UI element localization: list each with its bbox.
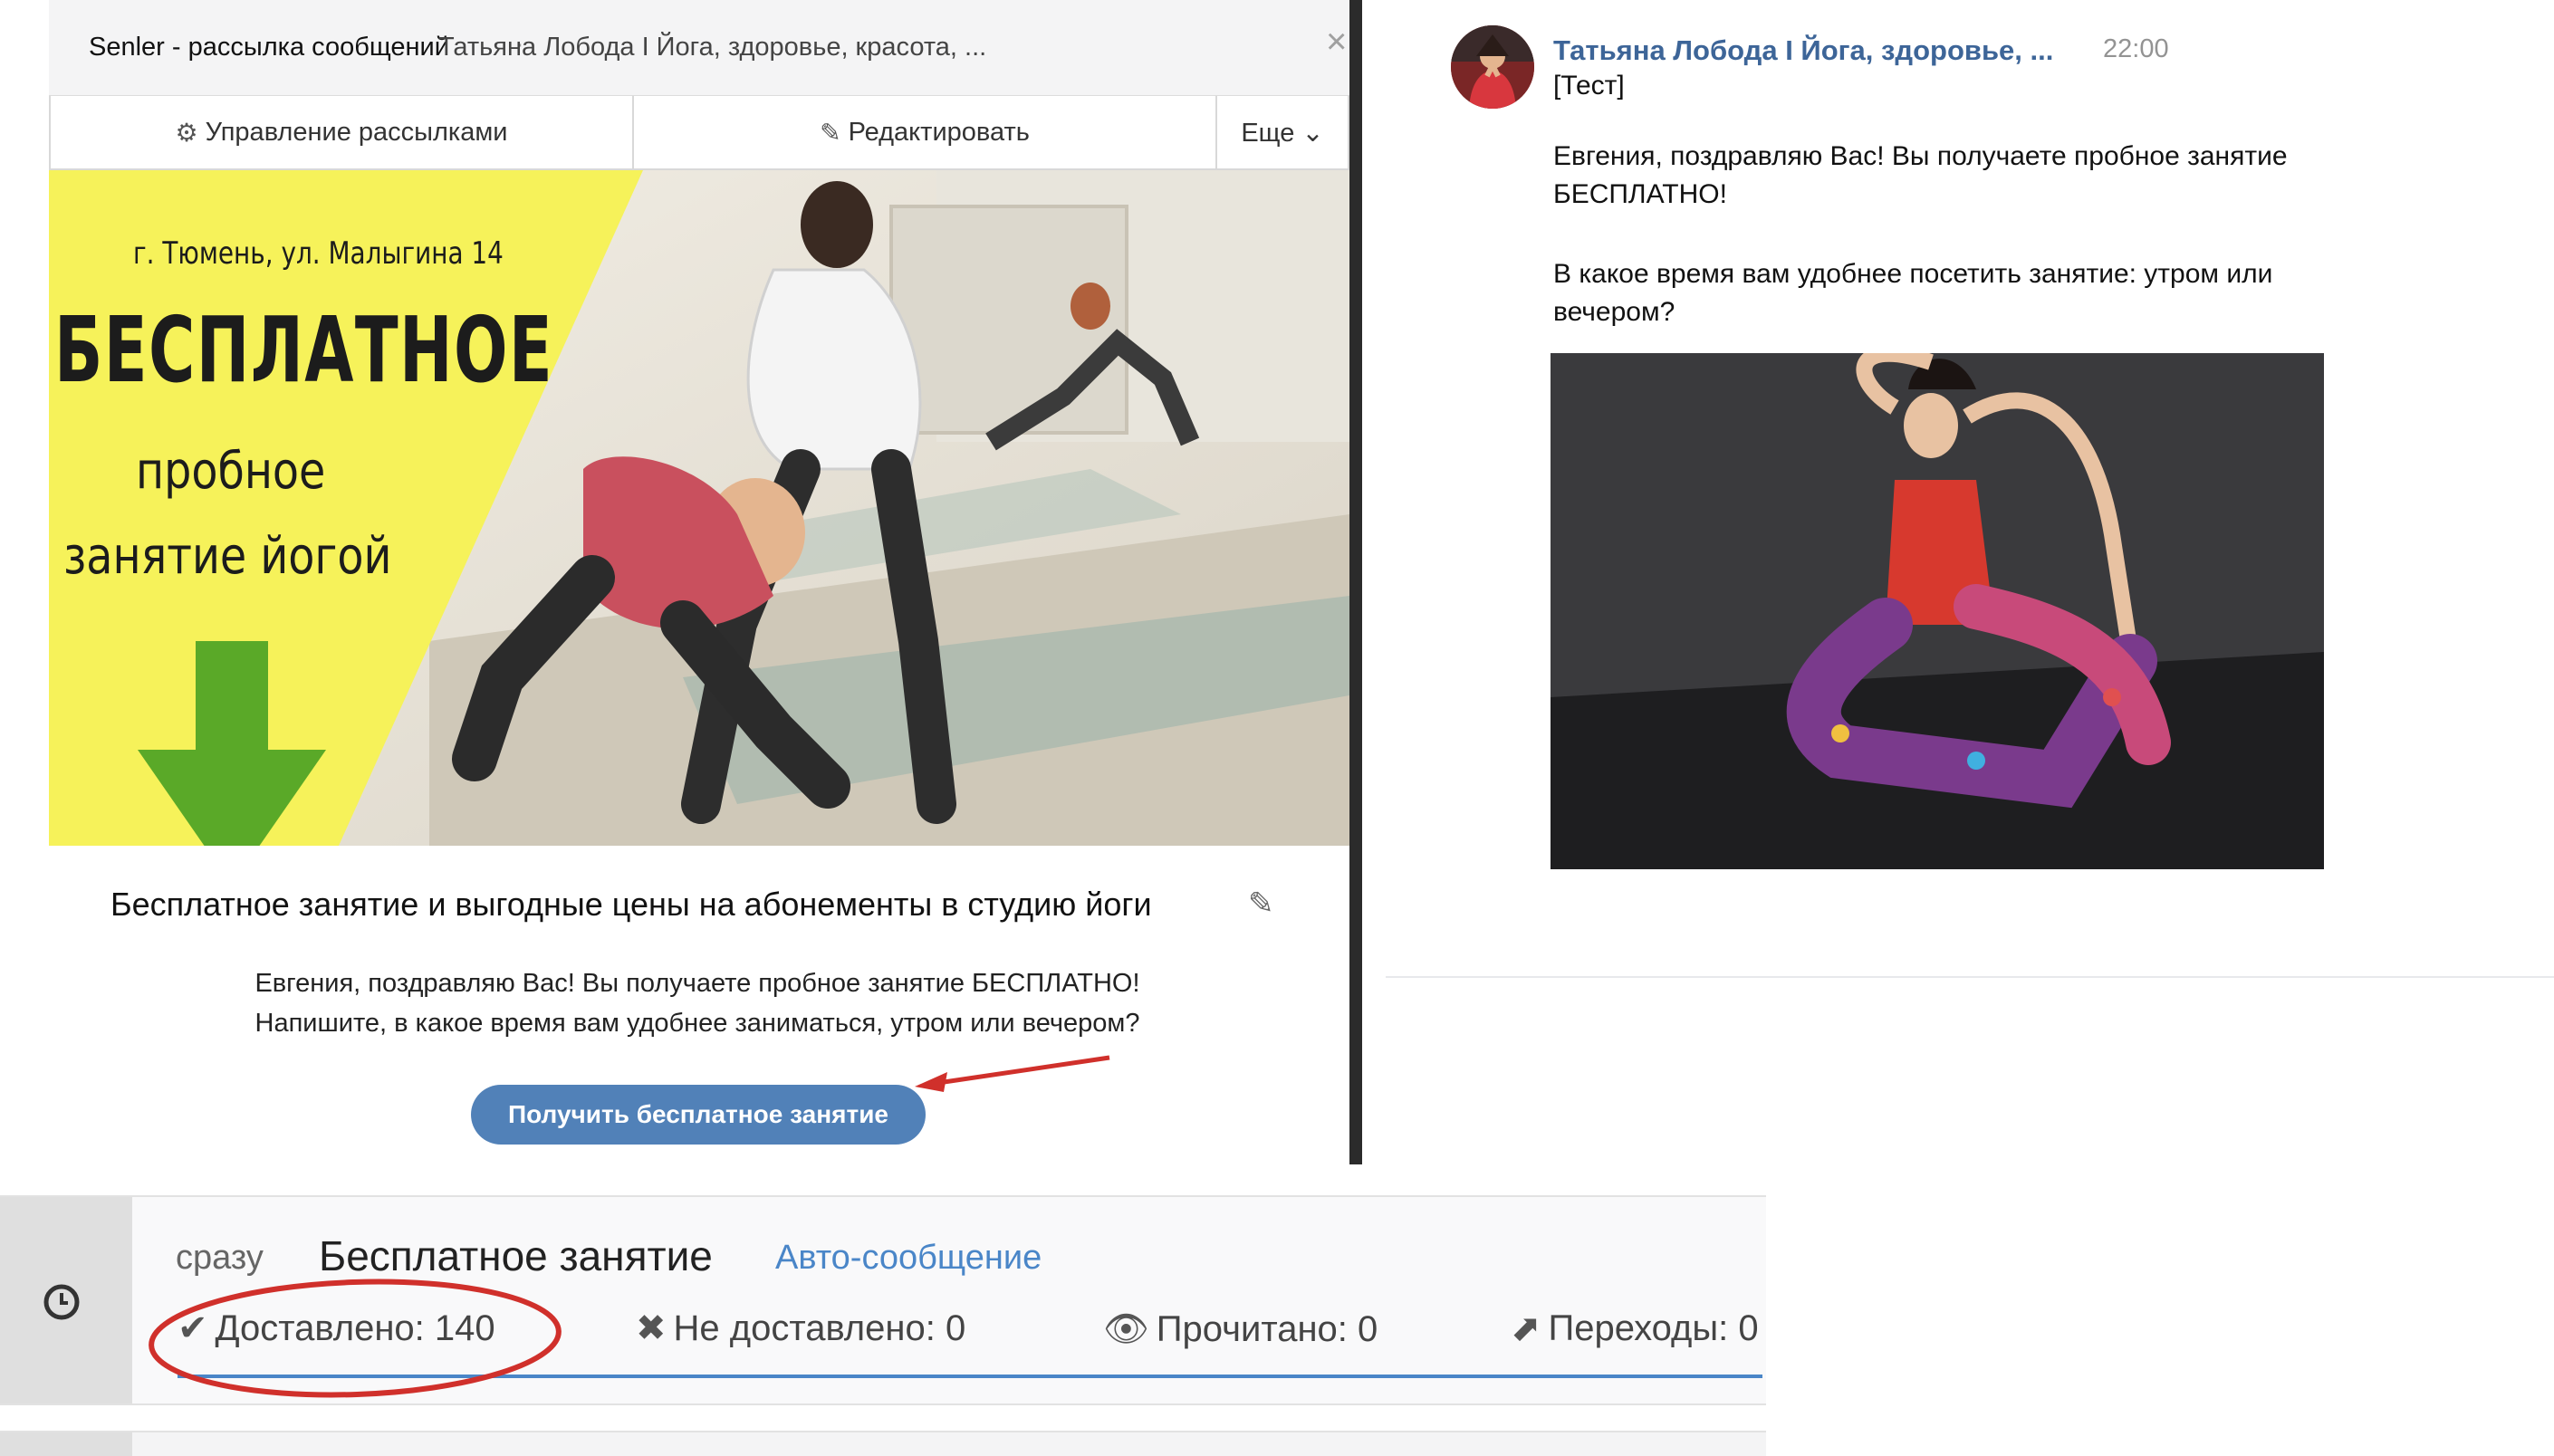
yoga-photo-art xyxy=(1551,353,2324,869)
clock-icon xyxy=(43,1284,80,1320)
close-icon[interactable]: × xyxy=(1326,24,1347,60)
edit-icon: ✎ xyxy=(820,118,841,147)
senler-widget-panel: Senler - рассылка сообщений · Татьяна Ло… xyxy=(0,0,1362,1164)
more-label: Еще ⌄ xyxy=(1241,118,1324,148)
message-time: 22:00 xyxy=(2103,34,2169,63)
panel-toolbar: ⚙ Управление рассылками ✎ Редактировать … xyxy=(49,96,1349,170)
message-divider xyxy=(1386,976,2554,978)
card-title: Бесплатное занятие и выгодные цены на аб… xyxy=(110,886,1152,923)
panel-divider xyxy=(1349,0,1362,1164)
check-icon: ✔ xyxy=(178,1308,208,1348)
panel-subtitle: Татьяна Лобода I Йога, здоровье, красота… xyxy=(438,33,987,62)
mailing-type-link[interactable]: Авто-сообщение xyxy=(775,1239,1042,1278)
next-mailing-row[interactable] xyxy=(0,1431,1766,1456)
avatar-image xyxy=(1451,25,1534,109)
stats-row-sidebar xyxy=(0,1197,132,1403)
sender-name[interactable]: Татьяна Лобода I Йога, здоровье, ... xyxy=(1553,34,2053,67)
delivered-label: Доставлено: 140 xyxy=(215,1308,495,1348)
edit-button[interactable]: ✎ Редактировать xyxy=(634,96,1217,168)
banner-yoga-text: занятие йогой xyxy=(63,527,392,586)
message-tag: [Тест] xyxy=(1553,71,1625,101)
get-free-lesson-button[interactable]: Получить бесплатное занятие xyxy=(471,1085,926,1145)
card-text-line-2: Напишите, в какое время вам удобнее зани… xyxy=(254,1009,1140,1038)
banner-free-heading: БЕСПЛАТНОЕ xyxy=(54,297,554,403)
delivered-count: ✔ Доставлено: 140 xyxy=(178,1308,495,1349)
more-dropdown-button[interactable]: Еще ⌄ xyxy=(1217,96,1348,168)
stats-row-content: сразу Бесплатное занятие Авто-сообщение … xyxy=(132,1197,1766,1403)
message-text-line-3: В какое время вам удобнее посетить занят… xyxy=(1553,259,2273,289)
message-text-line-2: БЕСПЛАТНО! xyxy=(1553,179,1727,209)
clicks-label: Переходы: 0 xyxy=(1548,1308,1759,1348)
message-text-line-1: Евгения, поздравляю Вас! Вы получаете пр… xyxy=(1553,141,2288,171)
read-label: Прочитано: 0 xyxy=(1156,1309,1378,1349)
not-delivered-count: ✖ Не доставлено: 0 xyxy=(636,1308,965,1349)
mailing-stats-row: сразу Бесплатное занятие Авто-сообщение … xyxy=(0,1195,1766,1405)
next-row-sidebar xyxy=(0,1432,132,1456)
message-text-line-4: вечером? xyxy=(1553,297,1675,327)
avatar[interactable] xyxy=(1451,25,1534,109)
stats-progress-underline xyxy=(178,1375,1762,1378)
chat-message: Татьяна Лобода I Йога, здоровье, ... 22:… xyxy=(1413,0,2554,987)
eye-icon: 👁 xyxy=(1103,1309,1149,1349)
card-text-line-1: Евгения, поздравляю Вас! Вы получаете пр… xyxy=(254,969,1140,998)
cross-icon: ✖ xyxy=(636,1308,667,1348)
manage-mailings-label: Управление рассылками xyxy=(205,117,508,147)
edit-title-icon[interactable]: ✎ xyxy=(1248,886,1274,922)
panel-header: Senler - рассылка сообщений · Татьяна Ло… xyxy=(49,0,1349,96)
send-timing: сразу xyxy=(176,1239,264,1277)
manage-mailings-button[interactable]: ⚙ Управление рассылками xyxy=(51,96,634,168)
banner-trial-text: пробное xyxy=(136,442,326,501)
panel-title: Senler - рассылка сообщений xyxy=(89,33,449,62)
mailing-name[interactable]: Бесплатное занятие xyxy=(319,1231,713,1280)
external-link-icon: ⬈ xyxy=(1511,1308,1541,1348)
read-count: 👁 Прочитано: 0 xyxy=(1103,1308,1378,1350)
gears-icon: ⚙ xyxy=(175,118,198,147)
edit-label: Редактировать xyxy=(848,117,1030,147)
clicks-count: ⬈ Переходы: 0 xyxy=(1511,1308,1759,1349)
banner-address: г. Тюмень, ул. Малыгина 14 xyxy=(133,235,504,272)
message-photo[interactable] xyxy=(1551,353,2324,869)
promo-banner-image: г. Тюмень, ул. Малыгина 14 БЕСПЛАТНОЕ пр… xyxy=(49,170,1349,846)
not-delivered-label: Не доставлено: 0 xyxy=(673,1308,966,1348)
